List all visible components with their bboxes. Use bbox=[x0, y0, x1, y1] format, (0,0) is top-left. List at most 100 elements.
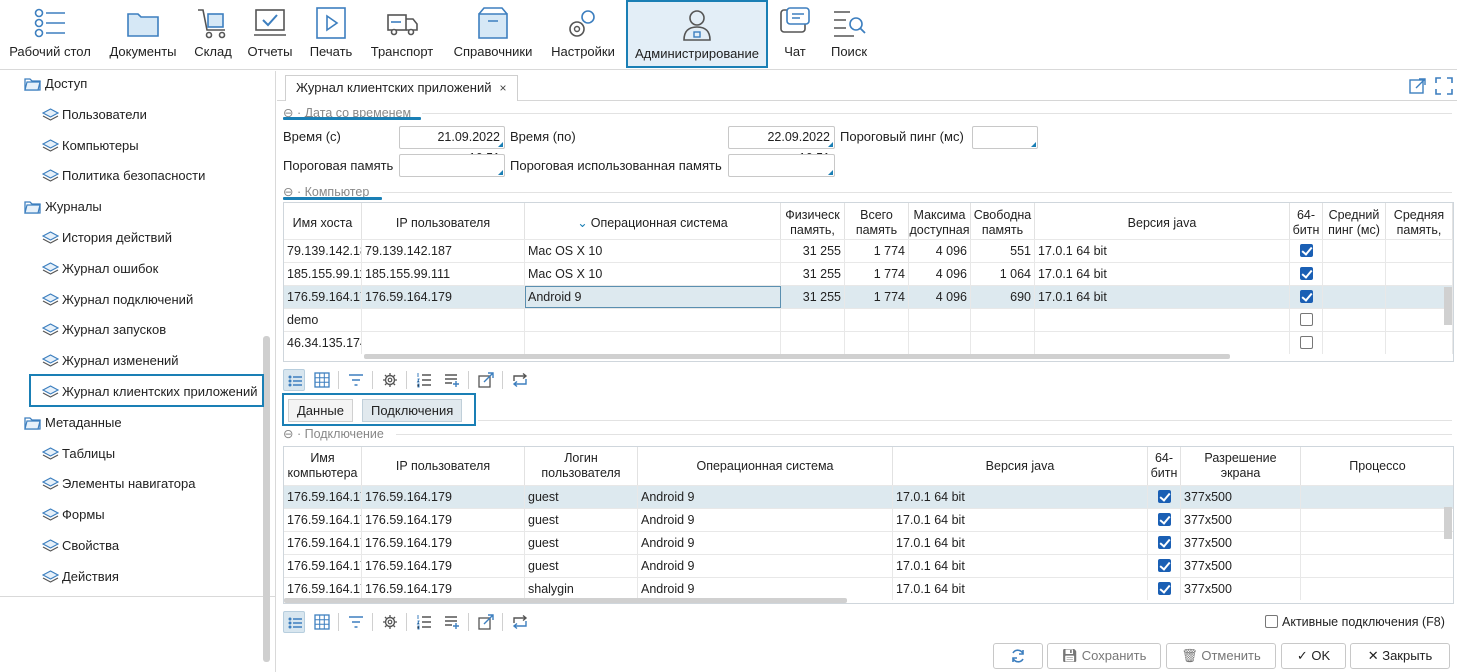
table-cell[interactable]: 31 255 bbox=[781, 286, 845, 308]
table-cell[interactable] bbox=[1323, 263, 1386, 285]
list-view-button[interactable] bbox=[283, 611, 305, 633]
filter-button[interactable] bbox=[345, 369, 367, 391]
table-cell[interactable] bbox=[1301, 509, 1453, 531]
table-row[interactable]: 176.59.164.17 176.59.164.179 Android 9 31 2… bbox=[284, 285, 1453, 308]
table-cell[interactable] bbox=[1301, 555, 1453, 577]
table-cell[interactable] bbox=[1386, 263, 1453, 285]
column-header[interactable]: Версия java bbox=[893, 447, 1148, 485]
table-row[interactable]: 176.59.164.17 176.59.164.179 shalygin Andro… bbox=[284, 577, 1453, 600]
list-view-button[interactable] bbox=[283, 369, 305, 391]
table-cell[interactable]: 185.155.99.11 bbox=[284, 263, 362, 285]
table-cell[interactable]: guest bbox=[525, 509, 638, 531]
column-header[interactable]: Имя хоста bbox=[284, 203, 362, 243]
table-cell[interactable] bbox=[1290, 332, 1323, 354]
settings-button[interactable] bbox=[379, 611, 401, 633]
toolbar-button-5[interactable]: Транспорт bbox=[363, 0, 441, 68]
table-cell[interactable] bbox=[1323, 240, 1386, 262]
export-button[interactable] bbox=[475, 369, 497, 391]
table-cell[interactable] bbox=[1290, 286, 1323, 308]
table-cell[interactable]: Android 9 bbox=[638, 509, 893, 531]
table-cell[interactable]: guest bbox=[525, 555, 638, 577]
table-cell[interactable]: 1 774 bbox=[845, 286, 909, 308]
checkbox[interactable] bbox=[1300, 267, 1313, 280]
table-cell[interactable] bbox=[1301, 578, 1453, 600]
table-row[interactable]: demo bbox=[284, 308, 1453, 331]
tab-connections[interactable]: Подключения bbox=[362, 399, 463, 422]
table-cell[interactable] bbox=[781, 332, 845, 354]
table-row[interactable]: 79.139.142.18 79.139.142.187 Mac OS X 10 31… bbox=[284, 239, 1453, 262]
table-row[interactable]: 176.59.164.17 176.59.164.179 guest Android … bbox=[284, 508, 1453, 531]
toolbar-button-4[interactable]: Печать bbox=[303, 0, 359, 68]
checkbox[interactable] bbox=[1300, 244, 1313, 257]
table-cell[interactable]: 31 255 bbox=[781, 263, 845, 285]
table-cell[interactable]: Android 9 bbox=[638, 555, 893, 577]
table-cell[interactable] bbox=[1290, 240, 1323, 262]
memory-threshold-input[interactable] bbox=[399, 154, 505, 177]
column-header[interactable]: Версия java bbox=[1035, 203, 1290, 243]
table-cell[interactable] bbox=[1148, 555, 1181, 577]
table-cell[interactable] bbox=[845, 309, 909, 331]
table-cell[interactable] bbox=[362, 332, 525, 354]
table-cell[interactable]: Android 9 bbox=[638, 532, 893, 554]
table-cell[interactable]: Android 9 bbox=[638, 486, 893, 508]
table-cell[interactable]: 176.59.164.17 bbox=[284, 486, 362, 508]
refresh-button[interactable] bbox=[993, 643, 1043, 669]
table-cell[interactable]: 17.0.1 64 bit bbox=[1035, 263, 1290, 285]
table-cell[interactable]: 377x500 bbox=[1181, 555, 1301, 577]
checkbox[interactable] bbox=[1158, 513, 1171, 526]
add-row-button[interactable] bbox=[441, 369, 463, 391]
open-external-icon[interactable] bbox=[1409, 77, 1427, 95]
table-cell[interactable]: shalygin bbox=[525, 578, 638, 600]
table-cell[interactable]: 1 774 bbox=[845, 263, 909, 285]
table-cell[interactable] bbox=[1035, 309, 1290, 331]
column-header[interactable]: Имя компьютера bbox=[284, 447, 362, 485]
swap-button[interactable] bbox=[509, 611, 531, 633]
connections-grid[interactable]: Имя компьютера IP пользователя Логин польз… bbox=[283, 446, 1454, 604]
table-cell[interactable] bbox=[1148, 578, 1181, 600]
table-cell[interactable]: demo bbox=[284, 309, 362, 331]
checkbox[interactable] bbox=[1300, 336, 1313, 349]
table-cell[interactable]: 4 096 bbox=[909, 263, 971, 285]
table-cell[interactable] bbox=[1323, 286, 1386, 308]
save-button[interactable]: 💾︎ Сохранить bbox=[1047, 643, 1161, 669]
table-cell[interactable]: 17.0.1 64 bit bbox=[893, 578, 1148, 600]
horizontal-scrollbar[interactable] bbox=[364, 354, 1230, 359]
table-cell[interactable] bbox=[1323, 309, 1386, 331]
checkbox[interactable] bbox=[1158, 536, 1171, 549]
column-header[interactable]: Максима доступная bbox=[909, 203, 971, 243]
table-cell[interactable]: Android 9 bbox=[638, 578, 893, 600]
table-row[interactable]: 176.59.164.17 176.59.164.179 guest Android … bbox=[284, 554, 1453, 577]
table-cell[interactable] bbox=[1386, 332, 1453, 354]
table-cell[interactable] bbox=[1386, 240, 1453, 262]
table-cell[interactable]: 4 096 bbox=[909, 286, 971, 308]
time-to-input[interactable]: 22.09.2022 16:51 bbox=[728, 126, 835, 165]
table-cell[interactable]: 79.139.142.187 bbox=[362, 240, 525, 262]
checkbox[interactable] bbox=[1158, 582, 1171, 595]
section-connection[interactable]: ⊖ · Подключение bbox=[283, 426, 384, 442]
table-cell[interactable]: 1 774 bbox=[845, 240, 909, 262]
table-cell[interactable] bbox=[1386, 309, 1453, 331]
table-cell[interactable] bbox=[909, 309, 971, 331]
vertical-scrollbar[interactable] bbox=[1444, 507, 1452, 539]
table-cell[interactable] bbox=[845, 332, 909, 354]
swap-button[interactable] bbox=[509, 369, 531, 391]
table-cell[interactable] bbox=[1386, 286, 1453, 308]
active-connections-checkbox[interactable] bbox=[1265, 615, 1278, 628]
table-cell[interactable] bbox=[1148, 532, 1181, 554]
toolbar-button-0[interactable]: Рабочий стол bbox=[0, 0, 100, 68]
filter-button[interactable] bbox=[345, 611, 367, 633]
table-cell[interactable]: 176.59.164.17 bbox=[284, 532, 362, 554]
tab-data[interactable]: Данные bbox=[288, 399, 353, 422]
table-cell[interactable] bbox=[525, 309, 781, 331]
column-header[interactable]: Физическ память, bbox=[781, 203, 845, 243]
table-cell[interactable]: 17.0.1 64 bit bbox=[1035, 286, 1290, 308]
table-cell[interactable]: 176.59.164.179 bbox=[362, 555, 525, 577]
table-cell[interactable] bbox=[1035, 332, 1290, 354]
table-cell[interactable]: 377x500 bbox=[1181, 578, 1301, 600]
table-cell[interactable] bbox=[1323, 332, 1386, 354]
table-cell[interactable]: 176.59.164.179 bbox=[362, 286, 525, 308]
column-header[interactable]: ⌄ Операционная система bbox=[525, 203, 781, 243]
table-cell[interactable]: 176.59.164.17 bbox=[284, 286, 362, 308]
checkbox[interactable] bbox=[1300, 290, 1313, 303]
ping-threshold-input[interactable] bbox=[972, 126, 1038, 149]
